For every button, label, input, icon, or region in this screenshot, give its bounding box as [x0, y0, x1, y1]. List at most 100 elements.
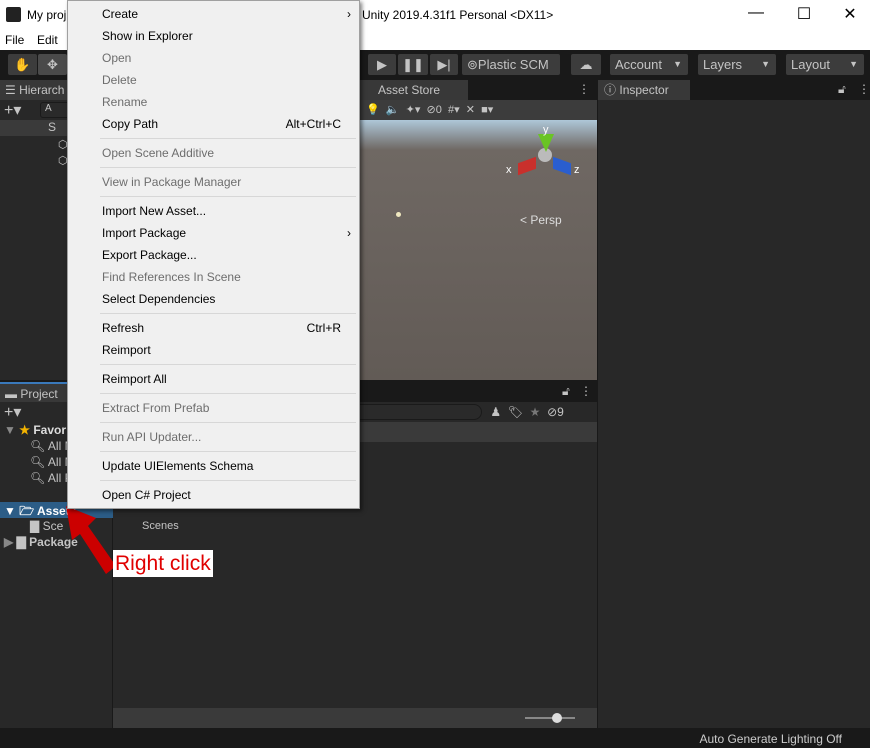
window-title-right: Unity 2019.4.31f1 Personal <DX11>: [362, 8, 554, 22]
asset-item-label: Scenes: [142, 520, 179, 532]
asset-item-scenes[interactable]: Scenes: [142, 520, 179, 532]
plastic-scm-button[interactable]: ⊚Plastic SCM: [462, 54, 560, 75]
plastic-label: Plastic SCM: [477, 57, 549, 72]
unity-logo-icon: [6, 7, 21, 22]
menu-separator: [100, 480, 356, 481]
light-icon: [396, 212, 401, 217]
layers-label: Layers: [703, 57, 743, 72]
menu-item-label: View in Package Manager: [102, 175, 242, 189]
project-search-input[interactable]: [350, 404, 482, 420]
menu-item-open-c-project[interactable]: Open C# Project: [102, 485, 341, 505]
scene-label: S: [48, 120, 57, 134]
close-button[interactable]: ✕: [835, 4, 865, 24]
move-tool-icon[interactable]: ✥: [38, 54, 67, 75]
star-icon: ★: [19, 423, 30, 437]
menu-item-create[interactable]: Create ›: [102, 4, 351, 24]
menu-item-open-scene-additive: Open Scene Additive: [102, 143, 341, 163]
filter-label-icon[interactable]: 🏷︎: [508, 405, 530, 419]
hand-tool-icon[interactable]: ✋: [8, 54, 37, 75]
menu-item-label: Run API Updater...: [102, 430, 202, 444]
hidden-packages-icon[interactable]: ⊘9: [547, 405, 564, 419]
account-label: Account: [615, 57, 662, 72]
menu-item-label: Copy Path: [102, 117, 159, 131]
menu-separator: [100, 393, 356, 394]
tree-item-scenes[interactable]: ▇ Sce: [30, 519, 63, 533]
menu-separator: [100, 364, 356, 365]
persp-text: Persp: [530, 213, 562, 227]
minimize-button[interactable]: —: [741, 4, 771, 22]
lock-icon[interactable]: 🔓︎: [562, 384, 570, 399]
more-icon[interactable]: ⋮: [578, 82, 590, 96]
menu-item-reimport-all[interactable]: Reimport All: [102, 369, 341, 389]
axis-z-label: z: [574, 164, 580, 176]
folder-icon: ▇: [16, 535, 26, 549]
tools-icon[interactable]: ✕: [466, 104, 475, 116]
asset-store-tab-label: Asset Store: [378, 83, 441, 97]
effects-icon[interactable]: ✦▾: [406, 104, 421, 116]
menu-item-show-in-explorer[interactable]: Show in Explorer: [102, 26, 341, 46]
menu-item-import-new-asset[interactable]: Import New Asset...: [102, 201, 341, 221]
folder-icon: ▇: [30, 519, 40, 533]
pause-button[interactable]: ❚❚: [398, 54, 428, 75]
more-icon[interactable]: ⋮: [580, 384, 592, 398]
add-icon[interactable]: +▾: [4, 100, 21, 120]
zoom-slider[interactable]: [525, 717, 575, 719]
menu-item-update-uielements-schema[interactable]: Update UIElements Schema: [102, 456, 341, 476]
add-icon[interactable]: +▾: [4, 402, 21, 422]
annotation-arrow: [66, 506, 116, 574]
maximize-button[interactable]: ☐: [789, 4, 819, 24]
camera-icon[interactable]: ■▾: [481, 104, 493, 116]
lighting-status[interactable]: Auto Generate Lighting Off: [699, 732, 842, 746]
menu-item-select-dependencies[interactable]: Select Dependencies: [102, 289, 341, 309]
menu-item-label: Open: [102, 51, 132, 65]
window-title-left: My proj: [27, 8, 67, 22]
menu-item-label: Show in Explorer: [102, 29, 193, 43]
menu-separator: [100, 313, 356, 314]
menu-item-find-references-in-scene: Find References In Scene: [102, 267, 341, 287]
menu-item-copy-path[interactable]: Copy Path Alt+Ctrl+C: [102, 114, 341, 134]
menu-item-run-api-updater: Run API Updater...: [102, 427, 341, 447]
zoom-slider-handle[interactable]: [552, 713, 562, 723]
grid-icon[interactable]: #▾: [448, 104, 460, 116]
scene-toolbar: 💡 🔈 ✦▾ ⊘0 #▾ ✕ ■▾: [358, 100, 597, 120]
lock-icon[interactable]: 🔓︎: [838, 82, 846, 97]
more-icon[interactable]: ⋮: [858, 82, 870, 96]
lighting-icon[interactable]: 💡: [366, 104, 380, 116]
inspector-panel: ⓘ Inspector 🔓︎ ⋮: [597, 80, 870, 728]
menu-item-import-package[interactable]: Import Package ›: [102, 223, 351, 243]
menu-item-label: Export Package...: [102, 248, 197, 262]
tab-asset-store[interactable]: Asset Store: [358, 80, 468, 100]
step-button[interactable]: ▶|: [430, 54, 458, 75]
chevron-right-icon: ›: [347, 226, 351, 240]
menu-item-refresh[interactable]: Refresh Ctrl+R: [102, 318, 341, 338]
audio-icon[interactable]: 🔈: [386, 104, 400, 116]
play-button[interactable]: ▶: [368, 54, 396, 75]
menu-item-open: Open: [102, 48, 341, 68]
axis-y-label: y: [543, 124, 549, 136]
menu-item-label: Open Scene Additive: [102, 146, 215, 160]
account-dropdown[interactable]: Account ▼: [610, 54, 688, 75]
menu-item-label: Delete: [102, 73, 137, 87]
tree-favorites[interactable]: ▼ ★ Favor: [4, 423, 66, 437]
favorite-star-icon[interactable]: ★: [530, 405, 547, 419]
scene-viewport[interactable]: y x z < Persp: [358, 120, 597, 380]
scene-panel: Asset Store ⋮ 💡 🔈 ✦▾ ⊘0 #▾ ✕ ■▾ y x z < …: [358, 80, 597, 380]
menu-item-label: Select Dependencies: [102, 292, 216, 306]
menu-edit[interactable]: Edit: [37, 33, 58, 47]
menu-item-export-package[interactable]: Export Package...: [102, 245, 341, 265]
menu-item-reimport[interactable]: Reimport: [102, 340, 341, 360]
hidden-objects-icon[interactable]: ⊘0: [427, 104, 442, 116]
layers-dropdown[interactable]: Layers ▼: [698, 54, 776, 75]
tab-project[interactable]: ▬ Project: [0, 382, 70, 402]
menu-file[interactable]: File: [5, 33, 24, 47]
search-icon: 🔍︎: [30, 471, 46, 485]
persp-label[interactable]: < Persp: [520, 213, 562, 227]
cloud-icon[interactable]: ☁: [571, 54, 601, 75]
filter-type-icon[interactable]: ♟: [487, 405, 508, 419]
tab-inspector[interactable]: ⓘ Inspector: [598, 80, 690, 100]
layout-dropdown[interactable]: Layout ▼: [786, 54, 864, 75]
chevron-down-icon: ▼: [849, 59, 858, 69]
orientation-gizmo[interactable]: y x z: [506, 124, 580, 196]
menu-item-view-in-package-manager: View in Package Manager: [102, 172, 341, 192]
scene-row[interactable]: S: [0, 120, 70, 136]
